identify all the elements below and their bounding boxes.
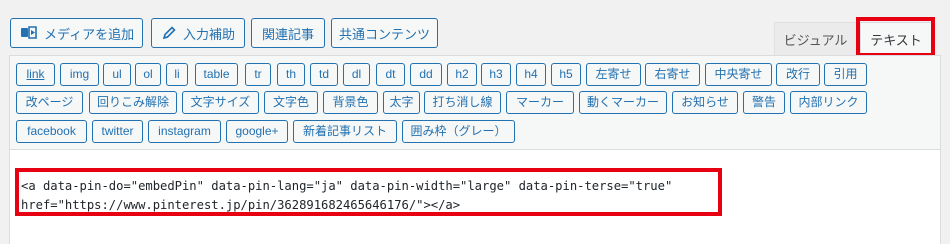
qt-twitter-button[interactable]: twitter xyxy=(92,120,143,143)
related-article-label: 関連記事 xyxy=(261,27,314,43)
qt-th-button[interactable]: th xyxy=(277,63,305,86)
qt-h2-button[interactable]: h2 xyxy=(447,63,477,86)
qt-notice-button[interactable]: お知らせ xyxy=(672,91,738,114)
pencil-icon xyxy=(161,25,177,41)
qt-dt-button[interactable]: dt xyxy=(376,63,405,86)
tab-visual-label: ビジュアル xyxy=(783,33,848,49)
editor-textarea[interactable]: <a data-pin-do="embedPin" data-pin-lang=… xyxy=(10,150,940,244)
qt-clear-float-button[interactable]: 回りこみ解除 xyxy=(89,91,177,114)
qt-ul-button[interactable]: ul xyxy=(103,63,131,86)
qt-dl-button[interactable]: dl xyxy=(343,63,370,86)
qt-dd-button[interactable]: dd xyxy=(410,63,442,86)
qt-instagram-button[interactable]: instagram xyxy=(148,120,221,143)
qt-internal-link-button[interactable]: 内部リンク xyxy=(790,91,867,114)
input-assist-button[interactable]: 入力補助 xyxy=(151,18,245,48)
quicktags-toolbar: link img ul ol li table tr th td dl dt d… xyxy=(10,56,940,150)
shared-content-button[interactable]: 共通コンテンツ xyxy=(331,18,438,48)
qt-align-center-button[interactable]: 中央寄せ xyxy=(705,63,772,86)
qt-google-plus-button[interactable]: google+ xyxy=(226,120,288,143)
qt-page-break-button[interactable]: 改ページ xyxy=(16,91,83,114)
qt-tr-button[interactable]: tr xyxy=(245,63,271,86)
qt-h5-button[interactable]: h5 xyxy=(551,63,581,86)
media-icon xyxy=(20,25,38,41)
add-media-label: メディアを追加 xyxy=(44,27,135,43)
qt-img-button[interactable]: img xyxy=(60,63,99,86)
qt-text-color-button[interactable]: 文字色 xyxy=(264,91,318,114)
qt-li-button[interactable]: li xyxy=(166,63,188,86)
text-editor: link img ul ol li table tr th td dl dt d… xyxy=(9,55,941,244)
qt-bold-button[interactable]: 太字 xyxy=(383,91,420,114)
shared-content-label: 共通コンテンツ xyxy=(339,27,431,43)
tab-highlight-box xyxy=(856,17,935,57)
qt-td-button[interactable]: td xyxy=(310,63,338,86)
related-article-button[interactable]: 関連記事 xyxy=(251,18,325,48)
qt-new-posts-list-button[interactable]: 新着記事リスト xyxy=(293,120,397,143)
qt-h4-button[interactable]: h4 xyxy=(516,63,546,86)
qt-bg-color-button[interactable]: 背景色 xyxy=(323,91,378,114)
qt-quote-button[interactable]: 引用 xyxy=(824,63,867,86)
qt-marker-button[interactable]: マーカー xyxy=(506,91,574,114)
qt-font-size-button[interactable]: 文字サイズ xyxy=(182,91,259,114)
tab-visual[interactable]: ビジュアル xyxy=(774,22,857,55)
qt-align-right-button[interactable]: 右寄せ xyxy=(645,63,700,86)
qt-warning-button[interactable]: 警告 xyxy=(743,91,785,114)
qt-moving-marker-button[interactable]: 動くマーカー xyxy=(579,91,667,114)
qt-facebook-button[interactable]: facebook xyxy=(16,120,87,143)
qt-table-button[interactable]: table xyxy=(195,63,238,86)
qt-gray-box-button[interactable]: 囲み枠（グレー） xyxy=(402,120,515,143)
qt-line-break-button[interactable]: 改行 xyxy=(776,63,820,86)
qt-ol-button[interactable]: ol xyxy=(135,63,161,86)
qt-h3-button[interactable]: h3 xyxy=(481,63,511,86)
add-media-button[interactable]: メディアを追加 xyxy=(10,18,143,48)
input-assist-label: 入力補助 xyxy=(183,27,236,43)
qt-strikethrough-button[interactable]: 打ち消し線 xyxy=(424,91,501,114)
qt-align-left-button[interactable]: 左寄せ xyxy=(586,63,641,86)
qt-link-button[interactable]: link xyxy=(16,63,55,86)
code-highlight-box xyxy=(15,168,722,216)
